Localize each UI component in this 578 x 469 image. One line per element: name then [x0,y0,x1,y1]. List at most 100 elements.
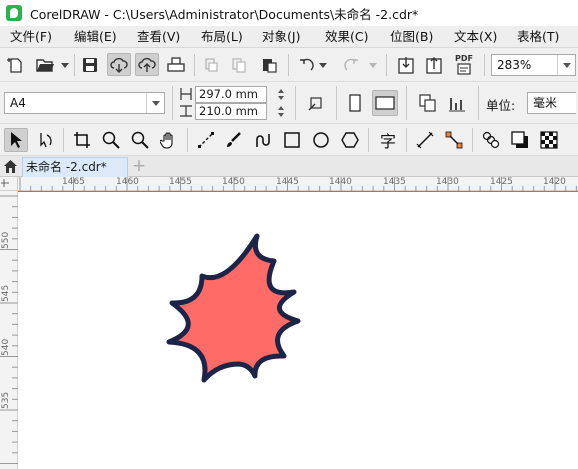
page-width-field[interactable]: 297.0 mm [195,86,267,103]
new-document-icon[interactable] [6,55,26,75]
undo-dropdown-icon[interactable] [319,63,327,68]
page-height-spinner[interactable] [275,104,287,119]
pick-tool-icon[interactable] [4,128,28,152]
property-bar: A4 297.0 mm 210.0 mm 单位: 毫米 [0,82,578,124]
pen-curve-tool-icon[interactable] [251,128,275,152]
zoom-tool-icon[interactable] [99,128,123,152]
publish-pdf-icon[interactable]: PDF [452,53,476,77]
redo-icon[interactable] [342,55,362,75]
menu-effects[interactable]: 效果(C) [325,28,368,46]
units-combo[interactable]: 毫米 [527,92,576,114]
h-ruler-label: 1465 [62,177,85,187]
horizontal-ruler[interactable]: 1465 1460 1455 1450 1445 1440 1435 1430 … [18,177,578,191]
separator [295,86,296,120]
polygon-tool-icon[interactable] [338,128,362,152]
vertical-ruler[interactable]: 550 545 540 535 [0,191,18,469]
print-icon[interactable] [165,55,187,75]
portrait-icon[interactable] [344,92,366,114]
open-folder-icon[interactable] [34,55,56,75]
title-bar: CorelDRAW - C:\Users\Administrator\Docum… [0,0,578,26]
h-ruler-label: 1450 [222,177,245,187]
connector-tool-icon[interactable] [442,128,466,152]
h-ruler-label: 1440 [329,177,352,187]
drop-shadow-tool-icon[interactable] [508,128,532,152]
parallel-dimension-tool-icon[interactable] [413,128,437,152]
orientation-settings-icon[interactable] [304,92,328,114]
undo-icon[interactable] [296,55,316,75]
h-ruler-label: 1445 [276,177,299,187]
open-dropdown-icon[interactable] [61,63,69,68]
h-ruler-label: 1420 [543,177,566,187]
transparency-tool-icon[interactable] [537,128,561,152]
redo-dropdown-icon[interactable] [369,63,377,68]
page-width-value: 297.0 mm [199,87,258,101]
shape-tool-icon[interactable] [34,128,58,152]
page-width-spinner[interactable] [275,87,287,102]
cut-icon[interactable] [200,55,222,75]
separator [194,54,195,76]
artistic-media-tool-icon[interactable] [222,128,246,152]
cloud-upload-icon[interactable] [135,53,159,76]
separator [406,128,407,152]
copy-icon[interactable] [228,55,250,75]
menu-view[interactable]: 查看(V) [137,28,180,46]
menu-file[interactable]: 文件(F) [10,28,52,46]
import-icon[interactable] [396,55,416,75]
separator [187,128,188,152]
save-icon[interactable] [80,55,100,75]
separator [368,128,369,152]
separator [472,128,473,152]
ruler-origin[interactable] [0,177,18,191]
h-ruler-label: 1430 [436,177,459,187]
landscape-icon[interactable] [372,90,398,116]
drawing-canvas[interactable] [19,192,578,469]
freehand-tool-icon[interactable] [194,128,218,152]
separator [478,86,479,120]
document-tab-bar: 未命名 -2.cdr* + [0,156,578,177]
v-ruler-label: 545 [1,284,11,302]
menu-layout[interactable]: 布局(L) [201,28,243,46]
all-pages-icon[interactable] [416,92,440,114]
v-ruler-label: 535 [1,391,11,409]
pdf-label: PDF [455,54,473,63]
menu-table[interactable]: 表格(T) [517,28,559,46]
page-size-value: A4 [10,96,26,110]
h-ruler-label: 1460 [116,177,139,187]
h-ruler-label: 1455 [169,177,192,187]
separator [336,86,337,120]
document-tab-label: 未命名 -2.cdr* [26,160,107,174]
window-title: CorelDRAW - C:\Users\Administrator\Docum… [30,6,419,22]
menu-edit[interactable]: 编辑(E) [74,28,117,46]
document-tab[interactable]: 未命名 -2.cdr* [22,157,128,177]
rectangle-tool-icon[interactable] [280,128,304,152]
paste-icon[interactable] [258,55,280,75]
cloud-download-icon[interactable] [107,53,131,76]
menu-object[interactable]: 对象(J) [262,28,300,46]
menu-bitmaps[interactable]: 位图(B) [390,28,433,46]
star-shape[interactable] [166,233,301,383]
zoom-level-combo[interactable]: 283% [491,54,576,76]
crop-tool-icon[interactable] [70,128,94,152]
text-tool-icon[interactable]: 字 [375,128,401,152]
separator [406,86,407,120]
pan-tool-icon[interactable] [157,128,181,152]
page-size-combo[interactable]: A4 [4,92,165,114]
export-icon[interactable] [424,55,444,75]
standard-toolbar: PDF 283% [0,48,578,82]
new-tab-button[interactable]: + [130,157,148,176]
ellipse-tool-icon[interactable] [309,128,333,152]
units-value: 毫米 [533,96,558,110]
page-size-dropdown-icon[interactable] [146,93,164,113]
h-ruler-label: 1425 [490,177,513,187]
toolbox: 字 [0,124,578,156]
zoom-out-tool-icon[interactable] [128,128,152,152]
current-page-icon[interactable] [445,92,469,114]
separator [484,54,485,76]
home-icon[interactable] [3,159,18,174]
separator [172,86,173,120]
zoom-dropdown-icon[interactable] [557,55,575,75]
menu-text[interactable]: 文本(X) [454,28,497,46]
page-height-field[interactable]: 210.0 mm [195,103,267,120]
coreldraw-logo-icon [6,5,22,21]
blend-tool-icon[interactable] [479,128,503,152]
